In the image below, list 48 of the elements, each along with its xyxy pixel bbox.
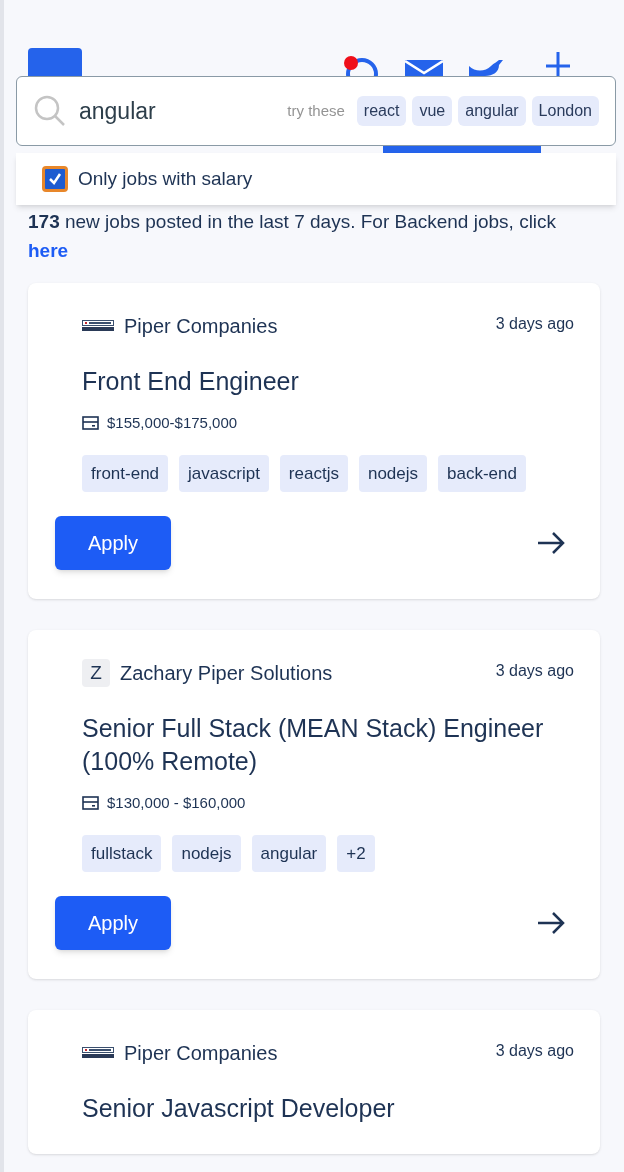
search-field[interactable]: angular try these react vue angular London <box>16 76 616 146</box>
company-logo-icon <box>82 320 114 332</box>
mail-icon[interactable] <box>405 60 443 76</box>
job-card[interactable]: Piper Companies 3 days ago Senior Javascript Developer <box>28 1010 600 1154</box>
company-name: Piper Companies <box>124 314 278 339</box>
job-card[interactable]: Z Zachary Piper Solutions 3 days ago Senior Full Stack (MEAN Stack) Engineer (100% Remote) $130,000 - $160,000 fullstack nodejs angular +2 Apply <box>28 630 600 979</box>
apply-button[interactable]: Apply <box>55 896 171 950</box>
tag[interactable]: fullstack <box>82 834 162 872</box>
salary-text: $155,000-$175,000 <box>107 413 238 433</box>
apply-button[interactable]: Apply <box>55 516 171 570</box>
tag[interactable]: reactjs <box>279 454 348 492</box>
posted-date: 3 days ago <box>495 661 574 681</box>
tag[interactable]: +2 <box>337 834 375 872</box>
summary-text: 173 new jobs posted in the last 7 days. For Backend jobs, click here <box>28 210 558 263</box>
company-avatar: Z <box>82 659 110 687</box>
suggestion-chip[interactable]: London <box>531 96 599 126</box>
search-input[interactable]: angular <box>79 93 276 129</box>
company-name: Piper Companies <box>124 1041 278 1066</box>
tag[interactable]: nodejs <box>172 834 241 872</box>
job-title[interactable]: Front End Engineer <box>55 365 573 398</box>
company-name: Zachary Piper Solutions <box>120 661 333 686</box>
wallet-icon <box>82 796 99 811</box>
suggestion-chip[interactable]: react <box>356 96 407 126</box>
check-icon <box>47 171 63 187</box>
posted-date: 3 days ago <box>495 1041 574 1061</box>
company-logo-icon <box>82 1047 114 1059</box>
search-icon <box>33 94 67 128</box>
job-card[interactable]: Piper Companies 3 days ago Front End Engineer $155,000-$175,000 front-end javascript reactjs nodejs back-end Apply <box>28 283 600 599</box>
tag[interactable]: javascript <box>179 454 269 492</box>
suggestion-chip[interactable]: angular <box>458 96 526 126</box>
wallet-icon <box>82 416 99 431</box>
suggestion-chip[interactable]: vue <box>412 96 453 126</box>
checkbox-label: Only jobs with salary <box>78 166 253 191</box>
tag[interactable]: angular <box>251 834 327 872</box>
salary-checkbox[interactable] <box>42 166 68 192</box>
tag[interactable]: nodejs <box>358 454 428 492</box>
posted-date: 3 days ago <box>495 314 574 334</box>
plus-icon[interactable] <box>544 52 572 76</box>
here-link[interactable]: here <box>28 240 69 261</box>
job-title[interactable]: Senior Javascript Developer <box>55 1092 573 1125</box>
tag[interactable]: back-end <box>438 454 526 492</box>
tag[interactable]: front-end <box>82 454 169 492</box>
arrow-right-icon[interactable] <box>537 912 565 934</box>
bird-icon[interactable] <box>467 58 503 76</box>
salary-text: $130,000 - $160,000 <box>107 793 246 813</box>
hint-label: try these <box>287 100 345 121</box>
job-title[interactable]: Senior Full Stack (MEAN Stack) Engineer (100% Remote) <box>55 712 573 778</box>
arrow-right-icon[interactable] <box>537 532 565 554</box>
